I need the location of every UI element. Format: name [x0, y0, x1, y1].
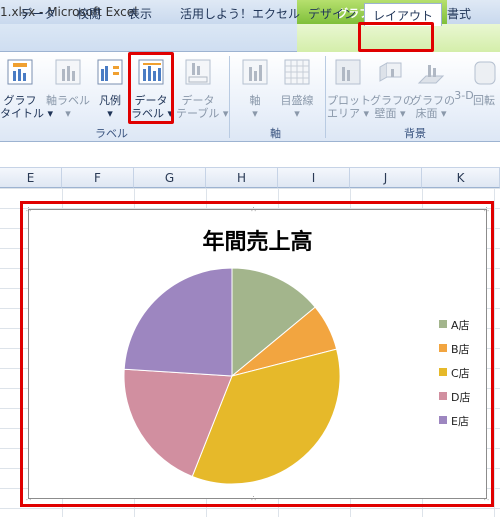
chart-wall-label: グラフの 壁面 ▾ — [370, 94, 414, 120]
legend-label: B店 — [451, 343, 470, 356]
column-header-h[interactable]: H — [206, 168, 278, 188]
chart-title-button[interactable]: グラフ タイトル ▾ — [0, 57, 53, 120]
chart-floor-button[interactable]: グラフの 床面 ▾ — [411, 57, 455, 120]
tab-format[interactable]: 書式 — [447, 5, 471, 22]
chart-title-label: グラフ タイトル ▾ — [0, 94, 53, 120]
chart-wall-icon — [379, 62, 402, 82]
data-table-icon — [185, 59, 211, 85]
gridlines-label: 目盛線 ▾ — [280, 94, 314, 120]
tab-review[interactable]: 校閲 — [77, 5, 101, 22]
data-table-label: データ テーブル ▾ — [176, 94, 228, 120]
legend-button[interactable]: 凡例 ▾ — [92, 57, 128, 120]
chart-wall-button[interactable]: グラフの 壁面 ▾ — [370, 57, 414, 120]
legend-swatch — [439, 392, 447, 400]
tab-data[interactable]: データ — [20, 5, 56, 22]
plot-area-label: プロット エリア ▾ — [327, 94, 371, 120]
legend-label: A店 — [451, 319, 470, 332]
chart-floor-icon — [417, 65, 445, 84]
legend-label: D店 — [451, 391, 471, 404]
column-header-f[interactable]: F — [62, 168, 134, 188]
plot-area-button[interactable]: プロット エリア ▾ — [327, 57, 371, 120]
tab-design[interactable]: デザイン — [308, 5, 356, 22]
axis-titles-label: 軸ラベル ▾ — [46, 94, 90, 120]
tab-view[interactable]: 表示 — [128, 5, 152, 22]
group-axes: 軸 — [270, 127, 281, 140]
column-header-k[interactable]: K — [422, 168, 500, 188]
pie-slice-5[interactable] — [123, 267, 233, 377]
legend-label: 凡例 ▾ — [99, 94, 121, 120]
legend-label: E店 — [451, 415, 469, 428]
axes-button[interactable]: 軸 ▾ — [240, 57, 270, 120]
group-labels: ラベル — [95, 127, 128, 140]
data-labels-highlight — [128, 52, 174, 124]
legend-swatch — [439, 416, 447, 424]
3d-rotation-button[interactable]: 回転 — [468, 57, 500, 107]
axis-titles-button[interactable]: 軸ラベル ▾ — [45, 57, 91, 120]
group-background: 背景 — [404, 127, 426, 140]
legend-swatch — [439, 368, 447, 376]
column-header-j[interactable]: J — [350, 168, 422, 188]
legend-swatch — [439, 320, 447, 328]
gridlines-icon — [284, 59, 310, 85]
column-header-g[interactable]: G — [134, 168, 206, 188]
3d-rotation-icon — [474, 61, 496, 85]
chart-floor-label: グラフの 床面 ▾ — [411, 94, 455, 120]
column-header-e[interactable]: E — [0, 168, 62, 188]
axes-label: 軸 ▾ — [249, 94, 261, 120]
legend-swatch — [439, 344, 447, 352]
formula-bar-area — [0, 143, 500, 168]
axes-icon — [242, 59, 268, 85]
tab-katsuyou[interactable]: 活用しよう！エクセル — [180, 5, 300, 22]
axis-titles-icon — [55, 59, 81, 85]
plot-area-icon — [335, 59, 361, 85]
3d-rotation-label: 回転 — [473, 94, 495, 107]
ribbon-separator — [229, 56, 230, 138]
gridlines-button[interactable]: 目盛線 ▾ — [275, 57, 319, 120]
ribbon-separator-2 — [325, 56, 326, 138]
chart-title-icon — [7, 59, 33, 85]
pie-chart[interactable]: ∴ ∴ ∴ ∴ ∴ ∴ 年間売上高 A店 B店 C店 D店 E店 — [26, 205, 489, 503]
data-table-button[interactable]: データ テーブル ▾ — [176, 57, 228, 120]
legend-label: C店 — [451, 367, 470, 380]
legend-icon — [97, 59, 123, 85]
column-header-i[interactable]: I — [278, 168, 350, 188]
pie-plot — [123, 267, 341, 485]
layout-tab-highlight — [358, 22, 434, 52]
